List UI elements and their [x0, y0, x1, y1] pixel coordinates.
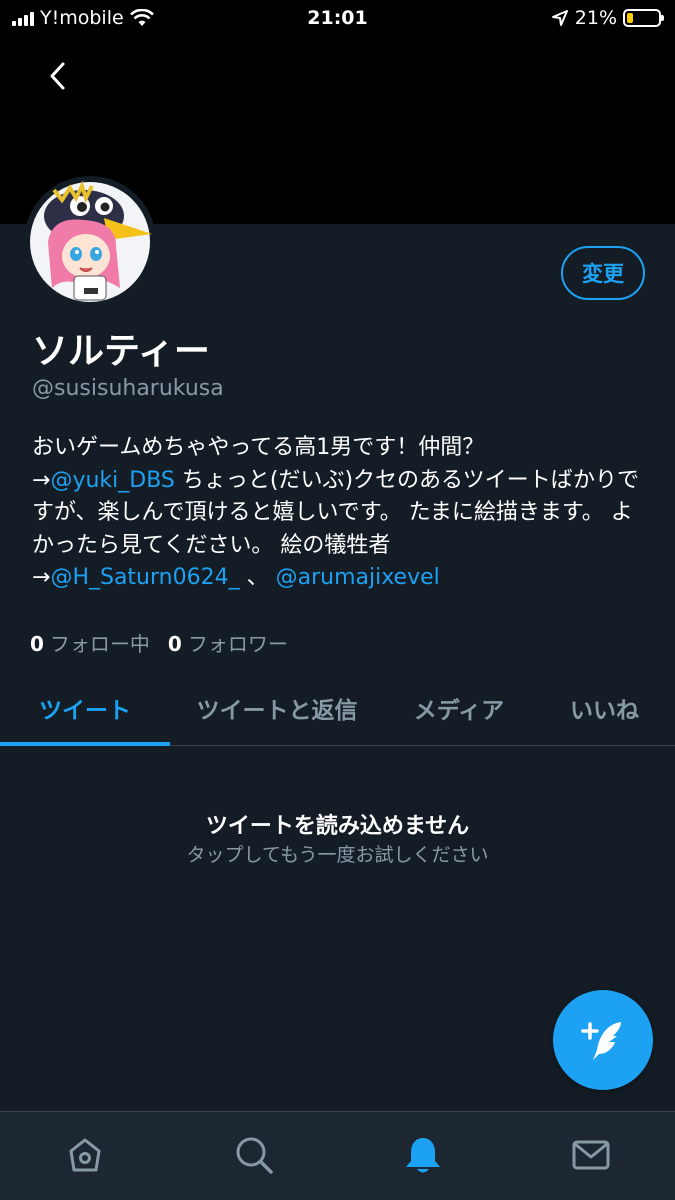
location-arrow-icon — [551, 10, 568, 26]
bio-arrow: → — [32, 467, 51, 493]
status-right: 21% — [551, 7, 664, 29]
bio-text: おいゲームめちゃやってる高1男です！仲間？ — [32, 435, 485, 460]
display-name: ソルティー — [32, 331, 210, 372]
user-handle: @susisuharukusa — [32, 376, 224, 401]
error-subtitle[interactable]: タップしてもう一度お試しください — [0, 840, 675, 867]
following-count: 0 — [30, 632, 44, 656]
followers-label: フォロワー — [187, 632, 288, 656]
tab-media[interactable]: メディア — [384, 672, 534, 744]
battery-level — [627, 13, 633, 23]
compose-tweet-icon — [581, 1022, 621, 1060]
nav-notifications[interactable] — [398, 1130, 448, 1180]
followers-count: 0 — [167, 632, 182, 656]
tab-tweets[interactable]: ツイート — [0, 672, 170, 744]
followers-stat[interactable]: 0 フォロワー — [168, 628, 288, 657]
bio-separator: 、 — [239, 565, 269, 590]
mention-link[interactable]: @arumajixevel — [276, 565, 440, 590]
profile-screen: Y!mobile 21:01 21% 変更 ソルティー @susisuharuk… — [0, 0, 675, 1200]
edit-profile-button[interactable]: 変更 — [561, 246, 645, 300]
tab-likes[interactable]: いいね — [534, 672, 675, 744]
bio-arrow: → — [32, 565, 51, 590]
nav-messages[interactable] — [566, 1130, 616, 1180]
nav-home[interactable] — [60, 1130, 110, 1180]
profile-tabs: ツイート ツイートと返信 メディア いいね — [0, 672, 675, 746]
battery-icon — [623, 9, 664, 27]
following-stat[interactable]: 0 フォロー中 — [30, 628, 150, 657]
active-tab-indicator — [0, 742, 170, 746]
messages-envelope-icon — [572, 1140, 610, 1170]
follow-stats: 0 フォロー中 0 フォロワー — [30, 628, 288, 657]
search-icon — [236, 1137, 273, 1174]
home-icon — [69, 1138, 101, 1172]
nav-search[interactable] — [229, 1130, 279, 1180]
avatar-image — [24, 176, 156, 308]
compose-tweet-button[interactable] — [553, 990, 653, 1090]
status-bar: Y!mobile 21:01 21% — [0, 0, 675, 40]
battery-percent: 21% — [574, 7, 617, 29]
notifications-bell-icon — [406, 1138, 440, 1173]
avatar[interactable] — [24, 176, 156, 308]
error-title[interactable]: ツイートを読み込めません — [0, 808, 675, 840]
back-button[interactable] — [36, 52, 80, 100]
following-label: フォロー中 — [49, 632, 150, 656]
mention-link[interactable]: @H_Saturn0624_ — [50, 565, 239, 590]
mention-link[interactable]: @yuki_DBS — [50, 468, 174, 493]
bottom-navigation — [0, 1111, 675, 1200]
profile-bio: おいゲームめちゃやってる高1男です！仲間？ →@yuki_DBS ちょっと(だいぶ… — [32, 432, 652, 595]
tab-tweets-and-replies[interactable]: ツイートと返信 — [170, 672, 384, 744]
chevron-left-icon — [50, 62, 65, 90]
